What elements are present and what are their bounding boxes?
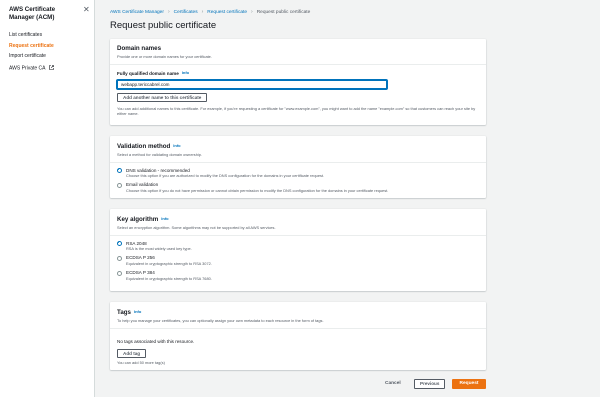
sidebar-item-request-certificate[interactable]: Request certificate (9, 43, 54, 49)
breadcrumb-certificates[interactable]: Certificates (174, 10, 198, 15)
breadcrumb-current: Request public certificate (256, 10, 311, 15)
panel-description: To help you manage your certificates, yo… (117, 317, 324, 323)
panel-description: Select a method for validating domain ow… (117, 151, 202, 157)
breadcrumb-request-certificate[interactable]: Request certificate (207, 10, 247, 15)
tag-limit-text: You can add 50 more tag(s) (117, 359, 165, 365)
no-tags-text: No tags associated with this resource. (117, 338, 195, 344)
page-title: Request public certificate (110, 20, 217, 31)
close-icon[interactable]: ✕ (83, 6, 90, 14)
ecdsa-p256-option[interactable]: ECDSA P 256 Equivalent in cryptographic s… (117, 255, 479, 266)
radio-checked[interactable] (117, 240, 122, 246)
domain-names-panel: Domain names Provide one or more domain … (110, 39, 486, 125)
sidebar-item-aws-private-ca[interactable]: AWS Private CA (9, 64, 54, 72)
add-tag-button[interactable]: Add tag (117, 348, 147, 358)
key-algorithm-panel: Key algorithm Info Select an encryption a… (110, 209, 486, 291)
panel-title: Domain names (117, 45, 162, 52)
panel-title-text: Key algorithm (117, 216, 159, 223)
cancel-button[interactable]: Cancel (385, 381, 401, 386)
panel-title-validation: Validation method Info (117, 142, 479, 150)
validation-method-panel: Validation method Info Select a method fo… (110, 136, 486, 198)
domain-help-text: You can add additional names to this cer… (117, 106, 476, 116)
panel-description: Provide one or more domain names for you… (117, 53, 212, 59)
email-validation-option[interactable]: Email validation Choose this option if yo… (117, 182, 479, 193)
info-link[interactable]: Info (173, 143, 180, 148)
sidebar-item-label: AWS Private CA (9, 65, 46, 72)
panel-title-key-algorithm: Key algorithm Info (117, 215, 479, 223)
sidebar-item-import-certificate[interactable]: Import certificate (9, 54, 54, 59)
radio-description: Equivalent in cryptographic strength to … (126, 260, 212, 266)
info-link[interactable]: Info (182, 70, 189, 75)
radio-unchecked[interactable] (117, 255, 122, 261)
form-actions: Cancel Previous Request (380, 379, 486, 389)
panel-title-tags: Tags Info (117, 308, 479, 316)
dns-validation-option[interactable]: DNS validation - recommended Choose this … (117, 168, 479, 178)
breadcrumb-acm[interactable]: AWS Certificate Manager (110, 10, 164, 15)
radio-unchecked[interactable] (117, 182, 122, 188)
breadcrumb-separator: › (201, 9, 204, 15)
domain-field-label: Fully qualified domain name Info (117, 70, 479, 76)
ecdsa-p384-option[interactable]: ECDSA P 384 Equivalent in cryptographic s… (117, 270, 479, 281)
request-button[interactable]: Request (452, 379, 486, 389)
add-name-button[interactable]: Add another name to this certificate (117, 93, 208, 102)
panel-title-text: Tags (117, 309, 131, 316)
rsa-2048-option[interactable]: RSA 2048 RSA is the most widely used key … (117, 241, 479, 251)
panel-description: Select an encryption algorithm. Some alg… (117, 224, 276, 230)
radio-description: RSA is the most widely used key type. (126, 245, 192, 251)
domain-name-input[interactable] (117, 79, 387, 89)
breadcrumb-separator: › (251, 9, 253, 15)
info-link[interactable]: Info (161, 216, 168, 221)
previous-button[interactable]: Previous (414, 379, 445, 389)
radio-description: Choose this option if you are authorized… (126, 172, 325, 178)
info-link[interactable]: Info (134, 309, 141, 314)
side-nav-list: List certificates Request certificate Im… (9, 33, 54, 77)
breadcrumb: AWS Certificate Manager › Certificates › Req… (110, 9, 311, 16)
service-title: AWS Certificate Manager (ACM) (9, 6, 56, 21)
radio-description: Equivalent in cryptographic strength to … (126, 275, 212, 281)
breadcrumb-separator: › (167, 9, 170, 15)
external-link-icon (48, 64, 54, 70)
side-navigation: AWS Certificate Manager (ACM) ✕ List cer… (0, 0, 95, 397)
field-label-text: Fully qualified domain name (117, 70, 179, 76)
radio-unchecked[interactable] (117, 270, 122, 276)
panel-title-text: Validation method (117, 143, 171, 150)
sidebar-item-list-certificates[interactable]: List certificates (9, 33, 54, 38)
radio-description: Choose this option if you do not have pe… (126, 187, 389, 193)
tags-panel: Tags Info To help you manage your certifi… (110, 302, 486, 370)
radio-checked[interactable] (117, 167, 122, 173)
